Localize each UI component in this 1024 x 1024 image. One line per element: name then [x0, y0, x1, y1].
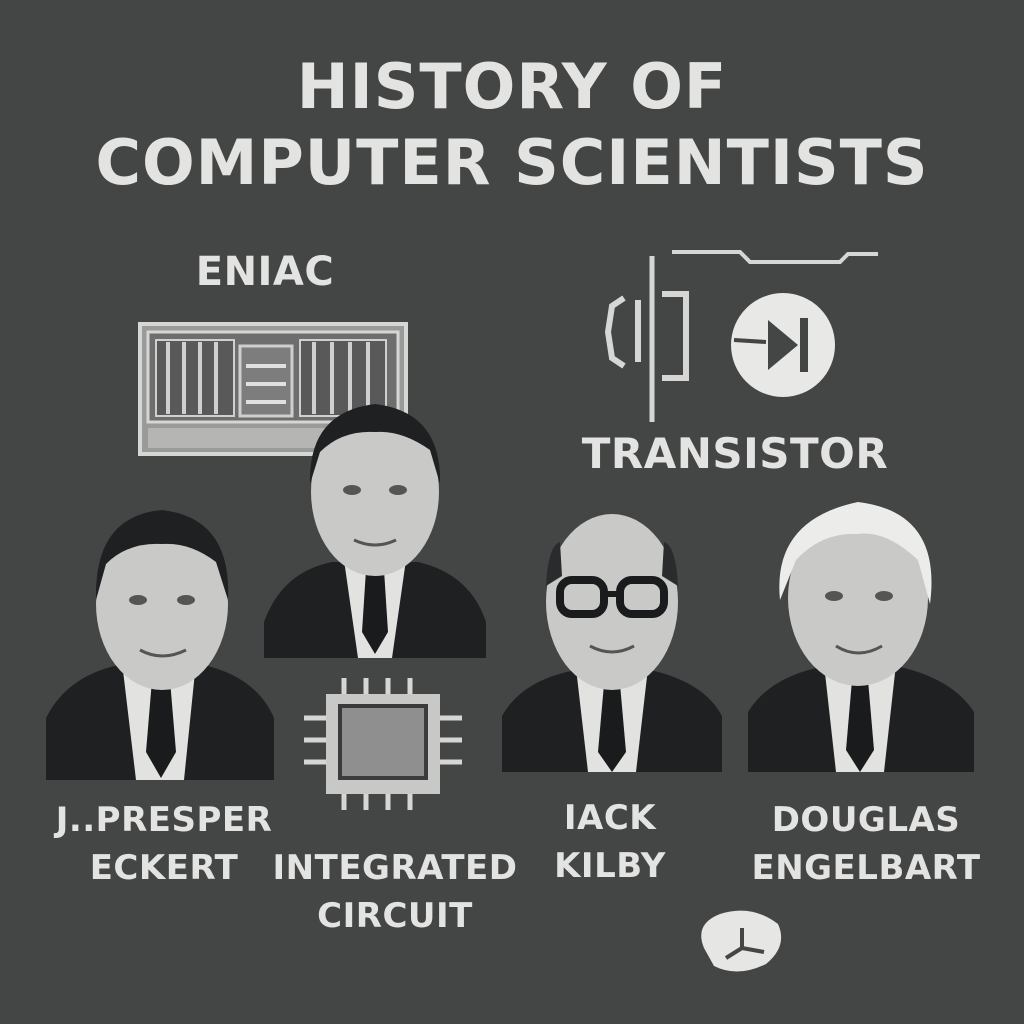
transistor-label: TRANSISTOR — [581, 429, 889, 478]
eniac-label: ENIAC — [195, 249, 335, 295]
kilby-name-line-1: IACK — [563, 798, 657, 838]
eckert-name-line-1: J..PRESPER — [55, 800, 273, 840]
computer-mouse-icon — [701, 910, 782, 972]
engelbart-name-line-2: ENGELBART — [751, 848, 981, 888]
title-line-2: COMPUTER SCIENTISTS — [95, 126, 929, 199]
diode-icon — [731, 293, 835, 397]
kilby-name-line-2: KILBY — [554, 846, 666, 886]
portrait-engelbart-icon — [748, 502, 974, 772]
integrated-circuit-label-line-1: INTEGRATED — [272, 848, 518, 888]
portrait-center-icon — [264, 404, 486, 658]
title-line-1: HISTORY OF — [296, 50, 728, 123]
integrated-circuit-label-line-2: CIRCUIT — [317, 896, 473, 936]
portrait-eckert-icon — [46, 510, 274, 780]
engelbart-name-line-1: DOUGLAS — [771, 800, 961, 840]
eckert-name-line-2: ECKERT — [89, 848, 239, 888]
integrated-circuit-chip-icon — [304, 678, 462, 810]
portrait-kilby-icon — [502, 514, 722, 772]
